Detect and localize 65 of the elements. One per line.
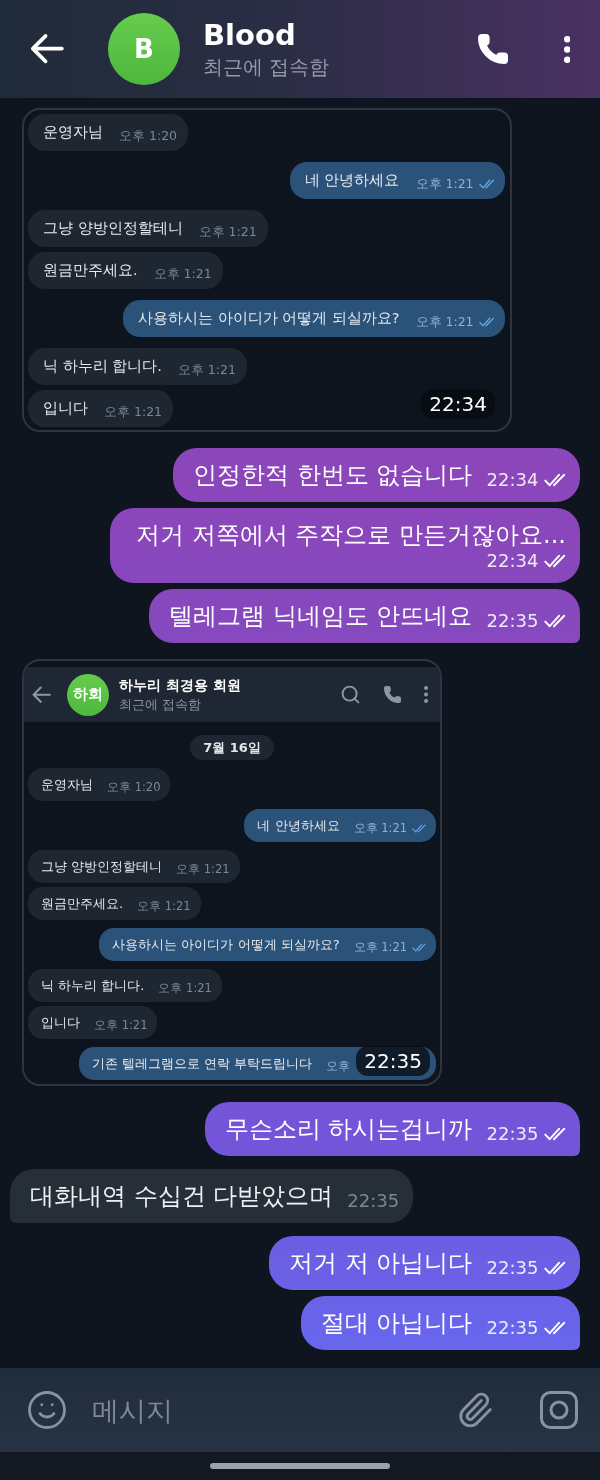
message-time: 22:34 [486, 469, 539, 491]
message-text: 저거 저쪽에서 주작으로 만든거잖아요... [136, 520, 566, 550]
message-time: 오후 1:21 [415, 314, 474, 330]
emoji-icon[interactable] [26, 1389, 68, 1431]
back-icon [32, 685, 51, 704]
chat-title: Blood [203, 18, 296, 52]
message-time: 오후 1:21 [153, 266, 212, 282]
message-time: 22:35 [486, 1257, 539, 1279]
camera-icon[interactable] [540, 1391, 578, 1429]
message-time: 22:35 [486, 1123, 539, 1145]
media-timestamp: 22:34 [421, 389, 495, 419]
message-text: 닉 하누리 합니다. [41, 977, 145, 994]
message-text: 닉 하누리 합니다. [43, 357, 162, 376]
message-text: 무슨소리 하시는겁니까 [224, 1114, 473, 1144]
menu-icon[interactable] [563, 35, 570, 63]
message-time: 22:34 [486, 550, 539, 572]
date-chip: 7월 16일 [190, 735, 274, 760]
message-text: 운영자님 [41, 776, 93, 793]
message-time: 22:35 [347, 1190, 400, 1212]
message-text: 입니다 [41, 1014, 80, 1031]
message-text: 기존 텔레그램으로 연락 부탁드립니다 [91, 1055, 312, 1072]
message-text: 네 안녕하세요 [257, 817, 340, 834]
message-text: 절대 아닙니다 [320, 1308, 473, 1338]
message-time: 오후 1:21 [198, 224, 257, 240]
screenshot-frame[interactable]: 운영자님 오후 1:20 네 안녕하세요 오후 1:21 그냥 양방인정할테니 오후 1:21 원금만주세요. 오후 1:21 사용하시는 아이디가 어떻게 되실까요? 오후 1:21 닉 하누리 합니다. 오후 1:21 입니다 오후 1:21 22:34 [22, 108, 512, 432]
message-time: 오후 1:20 [119, 128, 178, 144]
chat-title: 하누리 최경용 회원 [119, 676, 241, 694]
paperclip-icon[interactable] [456, 1391, 494, 1429]
menu-icon [423, 686, 428, 703]
phone-icon [382, 685, 402, 704]
message-time: 오후 1:21 [415, 176, 474, 192]
message-text: 사용하시는 아이디가 어떻게 되실까요? [137, 309, 400, 328]
message-text: 그냥 양방인정할테니 [41, 858, 163, 875]
last-seen-status: 최근에 접속함 [119, 696, 202, 713]
message-time: 오후 1:21 [94, 1017, 148, 1033]
message-time: 오후 1:21 [177, 362, 236, 378]
message-text: 텔레그램 닉네임도 안뜨네요 [169, 601, 473, 631]
message-text: 저거 저 아닙니다 [289, 1248, 473, 1278]
message-text: 원금만주세요. [43, 261, 138, 280]
message-text: 그냥 양방인정할테니 [43, 219, 183, 238]
message-time: 오후 1:21 [176, 861, 230, 877]
last-seen-status: 최근에 접속함 [203, 54, 330, 80]
back-icon[interactable] [30, 33, 64, 65]
message-time: 오후 [326, 1058, 350, 1074]
search-icon [339, 684, 361, 705]
message-text: 인정한적 한번도 없습니다 [193, 460, 473, 490]
message-time: 오후 1:20 [107, 779, 161, 795]
screenshot-frame[interactable]: 하회 하누리 최경용 회원 최근에 접속함 7월 16일 운영자님 오후 1:20 네 안녕하세요 오후 1:21 그냥 양방인정할테니 오후 1:21 원금만주세요. 오후 1:21 사용하시는 아이디가 어떻게 되실까요? 오후 1:21 닉 하누리 합니다. 오후 1:21 입니다 오후 1:21 기존 텔레그램으로 연락 부탁드립니다 오후 22:35 [22, 659, 442, 1086]
message-time: 오후 1:21 [104, 404, 163, 420]
message-text: 네 안녕하세요 [304, 171, 400, 190]
message-input[interactable]: 메시지 [90, 1393, 436, 1427]
phone-icon[interactable] [475, 32, 510, 66]
media-timestamp: 22:35 [356, 1046, 430, 1076]
message-text: 입니다 [43, 399, 88, 418]
message-text: 사용하시는 아이디가 어떻게 되실까요? [112, 936, 340, 953]
message-time: 오후 1:21 [353, 820, 408, 836]
message-text: 원금만주세요. [41, 895, 124, 912]
message-text: 운영자님 [43, 123, 103, 142]
message-time: 22:35 [486, 1317, 539, 1339]
message-time: 오후 1:21 [137, 898, 191, 914]
message-time: 22:35 [486, 610, 539, 632]
avatar: 하회 [67, 673, 109, 716]
message-time: 오후 1:21 [158, 980, 212, 996]
message-time: 오후 1:21 [353, 939, 408, 955]
message-text: 대화내역 수십건 다받았으며 [30, 1181, 334, 1211]
